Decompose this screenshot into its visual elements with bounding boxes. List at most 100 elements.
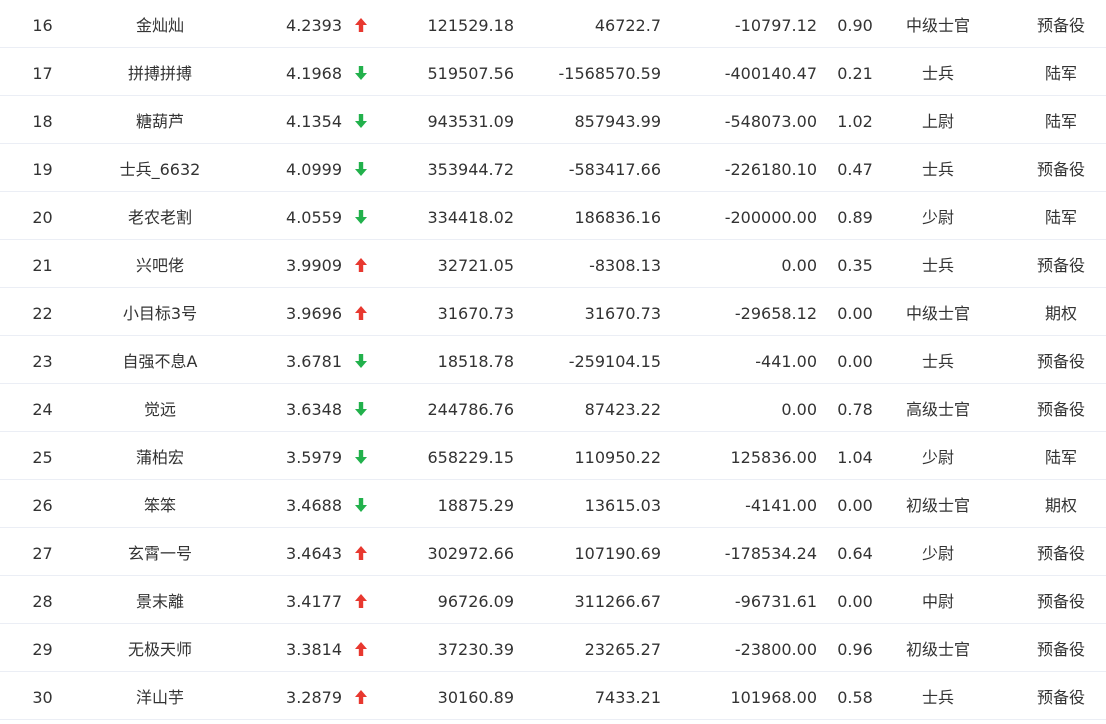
name-cell[interactable]: 老农老割 [85,192,235,240]
value2-cell: 31670.73 [584,304,661,323]
value3-cell: -10797.12 [734,16,817,35]
level-cell: 高级士官 [905,400,970,419]
score-cell: 4.1968 [286,64,342,83]
rank-cell: 16 [32,16,53,35]
arrow-up-icon [350,528,372,576]
category-cell: 陆军 [1044,112,1077,131]
value2-cell: 23265.27 [584,640,661,659]
name-cell[interactable]: 糖葫芦 [85,96,235,144]
table-row[interactable]: 26 笨笨 3.4688 18875.29 13615.03 -4141.00 … [0,480,1106,528]
category-cell: 预备役 [1036,592,1085,611]
score-cell: 4.1354 [286,112,342,131]
value3-cell: -226180.10 [724,160,817,179]
name-cell[interactable]: 无极天师 [85,624,235,672]
ratio-cell: 1.04 [837,448,873,467]
value2-cell: 857943.99 [574,112,661,131]
level-cell: 士兵 [921,352,954,371]
table-row[interactable]: 19 士兵_6632 4.0999 353944.72 -583417.66 -… [0,144,1106,192]
category-cell: 陆军 [1044,448,1077,467]
level-cell: 士兵 [921,160,954,179]
level-cell: 少尉 [921,544,954,563]
name-cell[interactable]: 金灿灿 [85,0,235,48]
table-row[interactable]: 17 拼搏拼搏 4.1968 519507.56 -1568570.59 -40… [0,48,1106,96]
value1-cell: 96726.09 [437,592,514,611]
score-cell: 4.0559 [286,208,342,227]
table-row[interactable]: 20 老农老割 4.0559 334418.02 186836.16 -2000… [0,192,1106,240]
value2-cell: 7433.21 [594,688,661,707]
name-cell[interactable]: 景末離 [85,576,235,624]
name-cell[interactable]: 蒲柏宏 [85,432,235,480]
table-row[interactable]: 22 小目标3号 3.9696 31670.73 31670.73 -29658… [0,288,1106,336]
level-cell: 中级士官 [905,304,970,323]
ratio-cell: 0.00 [837,592,873,611]
name-cell[interactable]: 兴吧佬 [85,240,235,288]
value1-cell: 30160.89 [437,688,514,707]
value1-cell: 31670.73 [437,304,514,323]
level-cell: 初级士官 [905,640,970,659]
value3-cell: -178534.24 [724,544,817,563]
table-row[interactable]: 27 玄霄一号 3.4643 302972.66 107190.69 -1785… [0,528,1106,576]
value3-cell: -548073.00 [724,112,817,131]
name-cell[interactable]: 洋山芋 [85,672,235,720]
arrow-up-icon [350,288,372,336]
arrow-down-icon [350,192,372,240]
arrow-down-icon [350,384,372,432]
value1-cell: 334418.02 [427,208,514,227]
value2-cell: -259104.15 [568,352,661,371]
table-row[interactable]: 23 自强不息A 3.6781 18518.78 -259104.15 -441… [0,336,1106,384]
name-cell[interactable]: 觉远 [85,384,235,432]
name-cell[interactable]: 玄霄一号 [85,528,235,576]
table-row[interactable]: 18 糖葫芦 4.1354 943531.09 857943.99 -54807… [0,96,1106,144]
arrow-down-icon [350,432,372,480]
table-row[interactable]: 29 无极天师 3.3814 37230.39 23265.27 -23800.… [0,624,1106,672]
value2-cell: 87423.22 [584,400,661,419]
category-cell: 预备役 [1036,544,1085,563]
score-cell: 3.6348 [286,400,342,419]
value2-cell: -8308.13 [589,256,661,275]
category-cell: 预备役 [1036,352,1085,371]
rank-cell: 18 [32,112,53,131]
table-row[interactable]: 24 觉远 3.6348 244786.76 87423.22 0.00 0.7… [0,384,1106,432]
score-cell: 3.9696 [286,304,342,323]
value2-cell: -1568570.59 [558,64,661,83]
rank-cell: 24 [32,400,53,419]
table-row[interactable]: 28 景末離 3.4177 96726.09 311266.67 -96731.… [0,576,1106,624]
value3-cell: -4141.00 [745,496,817,515]
ratio-cell: 0.21 [837,64,873,83]
table-row[interactable]: 16 金灿灿 4.2393 121529.18 46722.7 -10797.1… [0,0,1106,48]
score-cell: 3.3814 [286,640,342,659]
name-cell[interactable]: 笨笨 [85,480,235,528]
ratio-cell: 1.02 [837,112,873,131]
name-cell[interactable]: 士兵_6632 [85,144,235,192]
rank-cell: 23 [32,352,53,371]
arrow-down-icon [350,336,372,384]
value2-cell: -583417.66 [568,160,661,179]
arrow-down-icon [350,480,372,528]
category-cell: 预备役 [1036,160,1085,179]
value1-cell: 18518.78 [437,352,514,371]
score-cell: 3.9909 [286,256,342,275]
table-row[interactable]: 21 兴吧佬 3.9909 32721.05 -8308.13 0.00 0.3… [0,240,1106,288]
name-cell[interactable]: 小目标3号 [85,288,235,336]
category-cell: 期权 [1044,304,1077,323]
level-cell: 上尉 [921,112,954,131]
value3-cell: -23800.00 [734,640,817,659]
category-cell: 预备役 [1036,400,1085,419]
score-cell: 3.6781 [286,352,342,371]
category-cell: 陆军 [1044,64,1077,83]
name-cell[interactable]: 自强不息A [85,336,235,384]
rank-cell: 30 [32,688,53,707]
value1-cell: 121529.18 [427,16,514,35]
arrow-up-icon [350,240,372,288]
ratio-cell: 0.64 [837,544,873,563]
table-row[interactable]: 25 蒲柏宏 3.5979 658229.15 110950.22 125836… [0,432,1106,480]
category-cell: 预备役 [1036,256,1085,275]
level-cell: 少尉 [921,448,954,467]
level-cell: 中尉 [921,592,954,611]
value3-cell: 125836.00 [730,448,817,467]
level-cell: 士兵 [921,64,954,83]
ratio-cell: 0.00 [837,496,873,515]
name-cell[interactable]: 拼搏拼搏 [85,48,235,96]
value3-cell: -400140.47 [724,64,817,83]
table-row[interactable]: 30 洋山芋 3.2879 30160.89 7433.21 101968.00… [0,672,1106,720]
